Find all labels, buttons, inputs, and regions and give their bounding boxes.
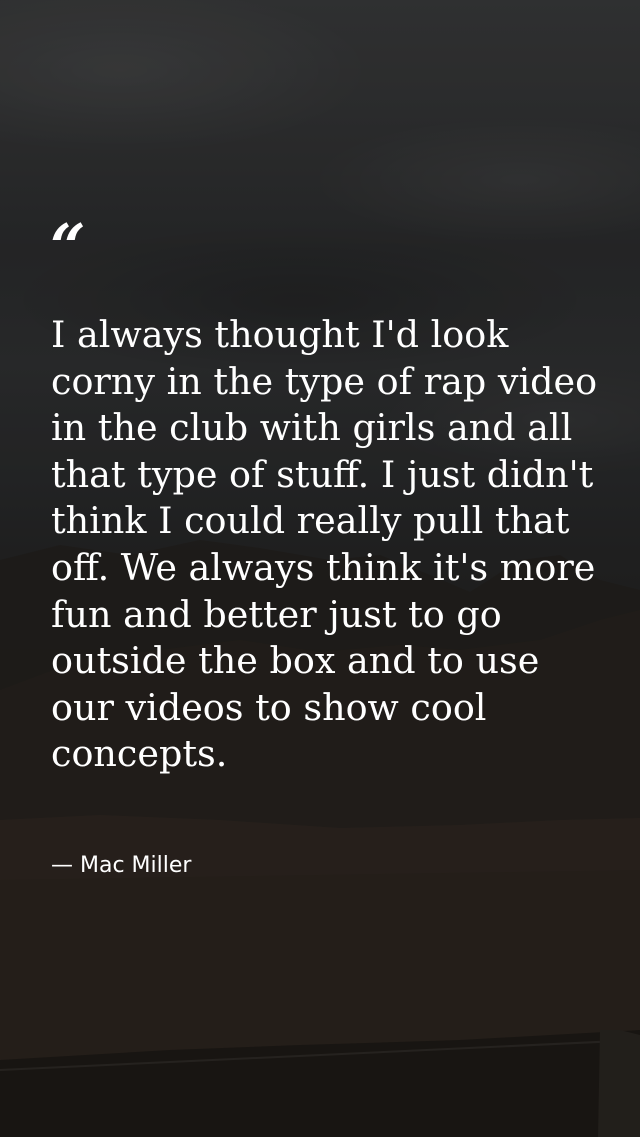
quote-card: “ I always thought I'd look corny in the… <box>0 0 640 1137</box>
open-quote-icon: “ <box>50 210 86 283</box>
quote-author: — Mac Miller <box>51 853 192 878</box>
quote-text: I always thought I'd look corny in the t… <box>51 313 598 776</box>
